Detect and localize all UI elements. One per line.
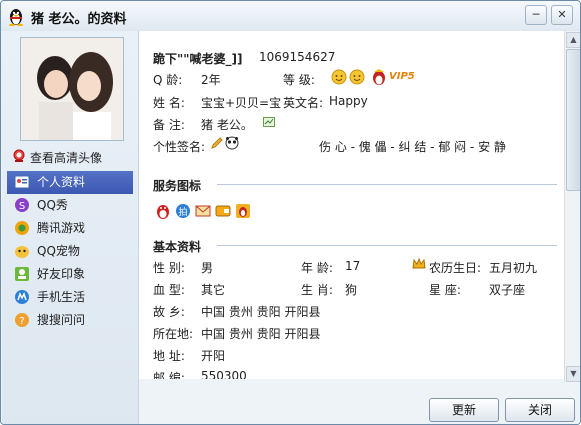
sidebar-item-pet[interactable]: QQ宠物 [7, 240, 133, 263]
remark-value: 猪 老公。 [201, 118, 253, 132]
hometown-label: 故 乡: [153, 305, 185, 319]
zip-value: 550300 [201, 369, 247, 379]
profile-window: 猪 老公。的资料 ─ ✕ 查看高清头像 个人资料 S QQ秀 腾讯游戏 QQ宠物… [0, 0, 581, 425]
sidebar-item-label: 搜搜问问 [37, 313, 86, 327]
vertical-scrollbar[interactable]: ▲ ▼ [564, 31, 580, 383]
member-icon[interactable] [235, 203, 251, 219]
sidebar-item-label: QQ宠物 [37, 244, 80, 258]
constellation-label: 星 座: [429, 283, 461, 297]
nickname: 跪下""喊老婆_]] [153, 52, 243, 66]
sidebar: 查看高清头像 个人资料 S QQ秀 腾讯游戏 QQ宠物 好友印象 手机生活 ? … [2, 31, 139, 424]
address-label: 地 址: [153, 349, 185, 363]
sidebar-item-label: 腾讯游戏 [37, 221, 86, 235]
mobile-icon [15, 290, 29, 304]
name-value: 宝宝+贝贝=宝 [201, 96, 282, 110]
mail-icon[interactable] [195, 203, 211, 219]
svg-text:S: S [19, 201, 25, 212]
view-hd-avatar-link[interactable]: 查看高清头像 [13, 149, 103, 166]
svg-text:?: ? [19, 316, 24, 327]
sidebar-nav: 个人资料 S QQ秀 腾讯游戏 QQ宠物 好友印象 手机生活 ? 搜搜问问 [7, 171, 133, 332]
signature-value: 伤 心 - 傀 儡 - 纠 结 - 郁 闷 - 安 静 [319, 140, 506, 154]
level-label: 等 级: [283, 73, 315, 87]
close-button[interactable]: 关闭 [505, 398, 575, 422]
sidebar-item-games[interactable]: 腾讯游戏 [7, 217, 133, 240]
pet-icon [15, 246, 29, 258]
scrollbar-thumb[interactable] [566, 49, 580, 191]
address-value: 开阳 [201, 349, 226, 363]
avatar[interactable] [20, 37, 124, 141]
title-bar[interactable]: 猪 老公。的资料 ─ ✕ [1, 1, 580, 31]
qq-penguin-icon [9, 9, 23, 26]
minimize-button[interactable]: ─ [525, 5, 547, 25]
vip-badge: VIP5 [389, 71, 415, 82]
gender-label: 性 别: [153, 261, 185, 275]
impression-icon [15, 267, 29, 281]
divider [217, 184, 557, 185]
qqshow-icon: S [15, 198, 29, 212]
sidebar-item-qqshow[interactable]: S QQ秀 [7, 194, 133, 217]
sidebar-item-label: QQ秀 [37, 198, 68, 212]
vip-penguin-icon[interactable] [371, 68, 387, 86]
zodiac-value: 狗 [345, 283, 358, 297]
basic-section-title: 基本资料 [153, 240, 202, 254]
view-hd-avatar-label: 查看高清头像 [30, 151, 103, 165]
profile-content: 跪下""喊老婆_]] 1069154627 Q 龄: 2年 等 级: VIP5 … [139, 31, 564, 379]
refresh-button[interactable]: 更新 [429, 398, 499, 422]
sidebar-item-label: 个人资料 [37, 175, 86, 189]
game-icon [15, 221, 29, 235]
pencil-icon [211, 137, 223, 149]
sun-level-icon [331, 69, 347, 85]
edit-remark-icon[interactable] [263, 116, 275, 128]
sidebar-item-label: 好友印象 [37, 267, 86, 281]
qage-label: Q 龄: [153, 73, 183, 87]
english-name-label: 英文名: [283, 96, 324, 110]
sun-level-icon [349, 69, 365, 85]
profile-card-icon [14, 175, 30, 189]
remark-label: 备 注: [153, 118, 185, 132]
avatar-photo-icon [21, 38, 123, 140]
crown-icon [412, 257, 426, 269]
scroll-down-arrow-icon[interactable]: ▼ [566, 366, 580, 382]
divider [217, 245, 557, 246]
english-name-value: Happy [329, 94, 368, 108]
zodiac-label: 生 肖: [301, 283, 333, 297]
age-label: 年 龄: [301, 261, 333, 275]
name-label: 姓 名: [153, 96, 185, 110]
location-label: 所在地: [153, 327, 194, 341]
lunar-birthday-label: 农历生日: [429, 261, 482, 275]
service-section-title: 服务图标 [153, 179, 202, 193]
scroll-up-arrow-icon[interactable]: ▲ [566, 32, 580, 48]
qage-value: 2年 [201, 73, 221, 87]
magnifier-icon [13, 149, 25, 162]
question-icon: ? [15, 313, 29, 327]
location-value: 中国 贵州 贵阳 开阳县 [201, 327, 321, 341]
sidebar-item-profile[interactable]: 个人资料 [7, 171, 133, 194]
constellation-value: 双子座 [489, 283, 526, 297]
blood-type-value: 其它 [201, 283, 226, 297]
sidebar-item-label: 手机生活 [37, 290, 86, 304]
qq-penguin-icon[interactable] [155, 203, 171, 219]
sidebar-item-soso[interactable]: ? 搜搜问问 [7, 309, 133, 332]
panda-icon [225, 136, 239, 150]
close-window-button[interactable]: ✕ [551, 5, 573, 25]
lunar-birthday-value: 五月初九 [489, 261, 538, 275]
blood-type-label: 血 型: [153, 283, 185, 297]
sidebar-item-mobile[interactable]: 手机生活 [7, 286, 133, 309]
wallet-icon[interactable] [215, 203, 231, 219]
gender-value: 男 [201, 261, 214, 275]
sidebar-item-impression[interactable]: 好友印象 [7, 263, 133, 286]
zip-label: 邮 编: [153, 371, 185, 379]
qq-number: 1069154627 [259, 50, 336, 64]
svg-text:拍: 拍 [178, 206, 187, 218]
button-bar: 更新 关闭 [139, 382, 579, 424]
hometown-value: 中国 贵州 贵阳 开阳县 [201, 305, 321, 319]
window-title: 猪 老公。的资料 [31, 12, 127, 27]
age-value: 17 [345, 259, 361, 273]
paipai-icon[interactable]: 拍 [175, 203, 191, 219]
signature-label: 个性签名: [153, 140, 206, 154]
